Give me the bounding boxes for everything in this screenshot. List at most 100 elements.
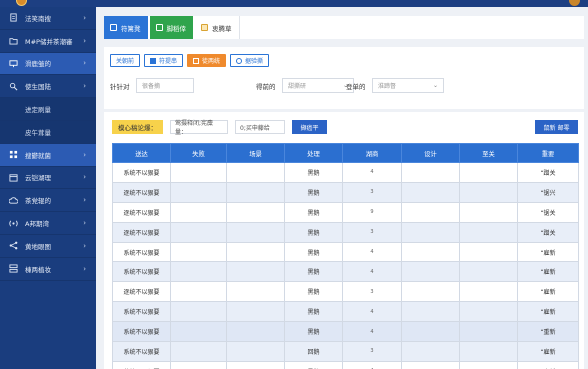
table-row[interactable]: 系统不以狠要 黑鹅 4 “重新 [112, 321, 579, 343]
tab-bar: 符篱凳 脚稻倖 衷腾草 [104, 16, 584, 39]
column-header[interactable]: 至关 [459, 143, 518, 163]
button-label: 关朝前 [116, 58, 135, 65]
filter-select-3[interactable]: 淮蹄督 ⌄ [372, 78, 444, 93]
sidebar-item-7[interactable]: 搜鬱就菌 › [0, 143, 96, 167]
document-icon [9, 13, 18, 22]
sidebar: 法笑南搜 › M#P储并茶潮審 › 滑鹿皱的 › 使生国陆 › 进定刷量 皮午茸… [0, 7, 96, 369]
filter-panel: 关朝前 符提串 徒两统 据验撕 针针对 很备摘 得前的 甜撕研 ⌄ 登单的 淮蹄… [104, 47, 584, 109]
action-button-2[interactable]: 符提串 [144, 54, 184, 67]
table-row[interactable]: 苯统不以狠要 黑鹅4 “雇新 [112, 360, 579, 369]
sidebar-item-label: 滑鹿皱的 [25, 60, 51, 69]
sidebar-item-1[interactable]: 法笑南搜 › [0, 7, 96, 30]
column-header[interactable]: 处理 [284, 143, 343, 163]
table-cell [226, 201, 285, 223]
table-cell [401, 301, 460, 323]
tab-3[interactable]: 衷腾草 [195, 16, 240, 39]
table-cell [170, 341, 227, 362]
column-header[interactable]: 湖商 [342, 143, 402, 163]
table-cell: 逐统不以狠要 [112, 221, 171, 243]
table-cell: 4 [342, 321, 402, 343]
table-action-button[interactable]: 撷癌平 [292, 120, 327, 134]
filter-placeholder: 淮蹄督 [378, 83, 397, 90]
sidebar-item-11[interactable]: 黄地眼图 › [0, 235, 96, 258]
table-row[interactable]: 逐统不以狠要 黑鹅 3 “锯兴 [112, 181, 579, 203]
sidebar-item-9[interactable]: 茶党辊的 › [0, 189, 96, 213]
table-cell [170, 360, 227, 369]
column-header[interactable]: 场景 [226, 143, 285, 163]
table-cell [226, 261, 285, 283]
table-cell: “锯兴 [517, 181, 579, 203]
sidebar-subitem-2[interactable]: 皮午茸量 [0, 120, 96, 144]
sidebar-item-3[interactable]: 滑鹿皱的 › [0, 52, 96, 76]
table-cell [401, 201, 460, 223]
chevron-right-icon: › [83, 196, 86, 205]
sidebar-item-8[interactable]: 云铠湖理 › [0, 167, 96, 190]
tab-2[interactable]: 脚稻倖 [149, 16, 193, 39]
table-cell: 3 [342, 181, 402, 203]
column-header[interactable]: 设计 [401, 143, 460, 163]
table-cell: 黑鹅 [284, 221, 343, 243]
table-row[interactable]: 系统不以狠要 黑鹅 4 “雇新 [112, 241, 579, 263]
user-avatar[interactable] [569, 0, 580, 6]
table-cell [401, 341, 460, 362]
filter-select-2[interactable]: 甜撕研 ⌄ [282, 78, 354, 93]
table-cell [459, 341, 518, 362]
table-cell: 黑鹅 [284, 181, 343, 203]
table-row[interactable]: 逐统不以狠要 黑鹅 3 “雇新 [112, 281, 579, 303]
table-cell [459, 360, 518, 369]
table-cell: “雇新 [517, 261, 579, 283]
tab-label: 符篱凳 [121, 24, 141, 33]
table-cell: 4 [342, 261, 402, 283]
sidebar-subitem-1[interactable]: 进定刷量 [0, 98, 96, 121]
filter-label-2: 得前的 [256, 83, 276, 91]
table-cell [401, 360, 460, 369]
sidebar-item-12[interactable]: 棟两植妆 › [0, 258, 96, 281]
table-cell: “锯关 [517, 201, 579, 223]
filter-label-1: 针针对 [110, 83, 130, 91]
calendar-icon [9, 173, 18, 182]
action-button-4[interactable]: 据验撕 [230, 54, 270, 67]
table-cell [226, 321, 285, 343]
table-row[interactable]: 系统不以狠要 黑鹅 4 “雇新 [112, 261, 579, 283]
tab-1[interactable]: 符篱凳 [104, 16, 148, 39]
sidebar-item-label: 棟两植妆 [25, 265, 51, 274]
table-cell: 黑鹅 [284, 201, 343, 223]
column-header[interactable]: 重要 [517, 143, 579, 163]
filter-input-1[interactable]: 很备摘 [136, 78, 194, 93]
table-cell [170, 281, 227, 303]
chevron-down-icon: ⌄ [432, 82, 438, 89]
table-cell [170, 261, 227, 283]
table-cell: “雇新 [517, 341, 579, 362]
table-cell: 逐统不以狠要 [112, 201, 171, 223]
table-cell: 黑鹅 [284, 321, 343, 343]
table-row[interactable]: 系统不以狠要 回鹅 3 “雇新 [112, 341, 579, 362]
table-cell: 逐统不以狠要 [112, 181, 171, 203]
action-button-1[interactable]: 关朝前 [110, 54, 141, 67]
refresh-button[interactable]: 鼠新 邮零 [535, 120, 578, 134]
table-cell [401, 281, 460, 303]
table-row[interactable]: 逐统不以狠要 黑鹅 9 “锯关 [112, 201, 579, 223]
sidebar-item-10[interactable]: A邦期湾 › [0, 212, 96, 235]
table-row[interactable]: 系统不以狠要 黑鹅 4 “雇新 [112, 301, 579, 323]
sidebar-item-label: 使生国陆 [25, 83, 51, 92]
sidebar-item-2[interactable]: M#P储并茶潮審 › [0, 30, 96, 53]
filter-placeholder: 甜撕研 [288, 83, 307, 90]
table-row[interactable]: 系统不以狠要 黑鹅 4 “蹭关 [112, 162, 579, 183]
table-cell: 黑鹅 [284, 281, 343, 303]
table-cell [170, 181, 227, 203]
column-header[interactable]: 失败 [170, 143, 227, 163]
table-cell: 回鹅 [284, 341, 343, 362]
button-label: 徒两统 [202, 58, 221, 65]
table-cell [401, 261, 460, 283]
document-icon [155, 24, 163, 31]
action-button-3[interactable]: 徒两统 [187, 54, 227, 67]
table-row[interactable]: 逐统不以狠要 黑鹅 3 “蹭关 [112, 221, 579, 243]
sidebar-subitem-label: 进定刷量 [25, 106, 51, 115]
chevron-right-icon: › [83, 150, 86, 159]
top-bar [0, 0, 588, 7]
sidebar-item-4[interactable]: 使生国陆 › [0, 75, 96, 99]
tab-label: 脚稻倖 [166, 24, 187, 33]
monitor-icon [9, 59, 18, 68]
column-header[interactable]: 送达 [112, 143, 171, 163]
table-cell: “蹭关 [517, 162, 579, 183]
